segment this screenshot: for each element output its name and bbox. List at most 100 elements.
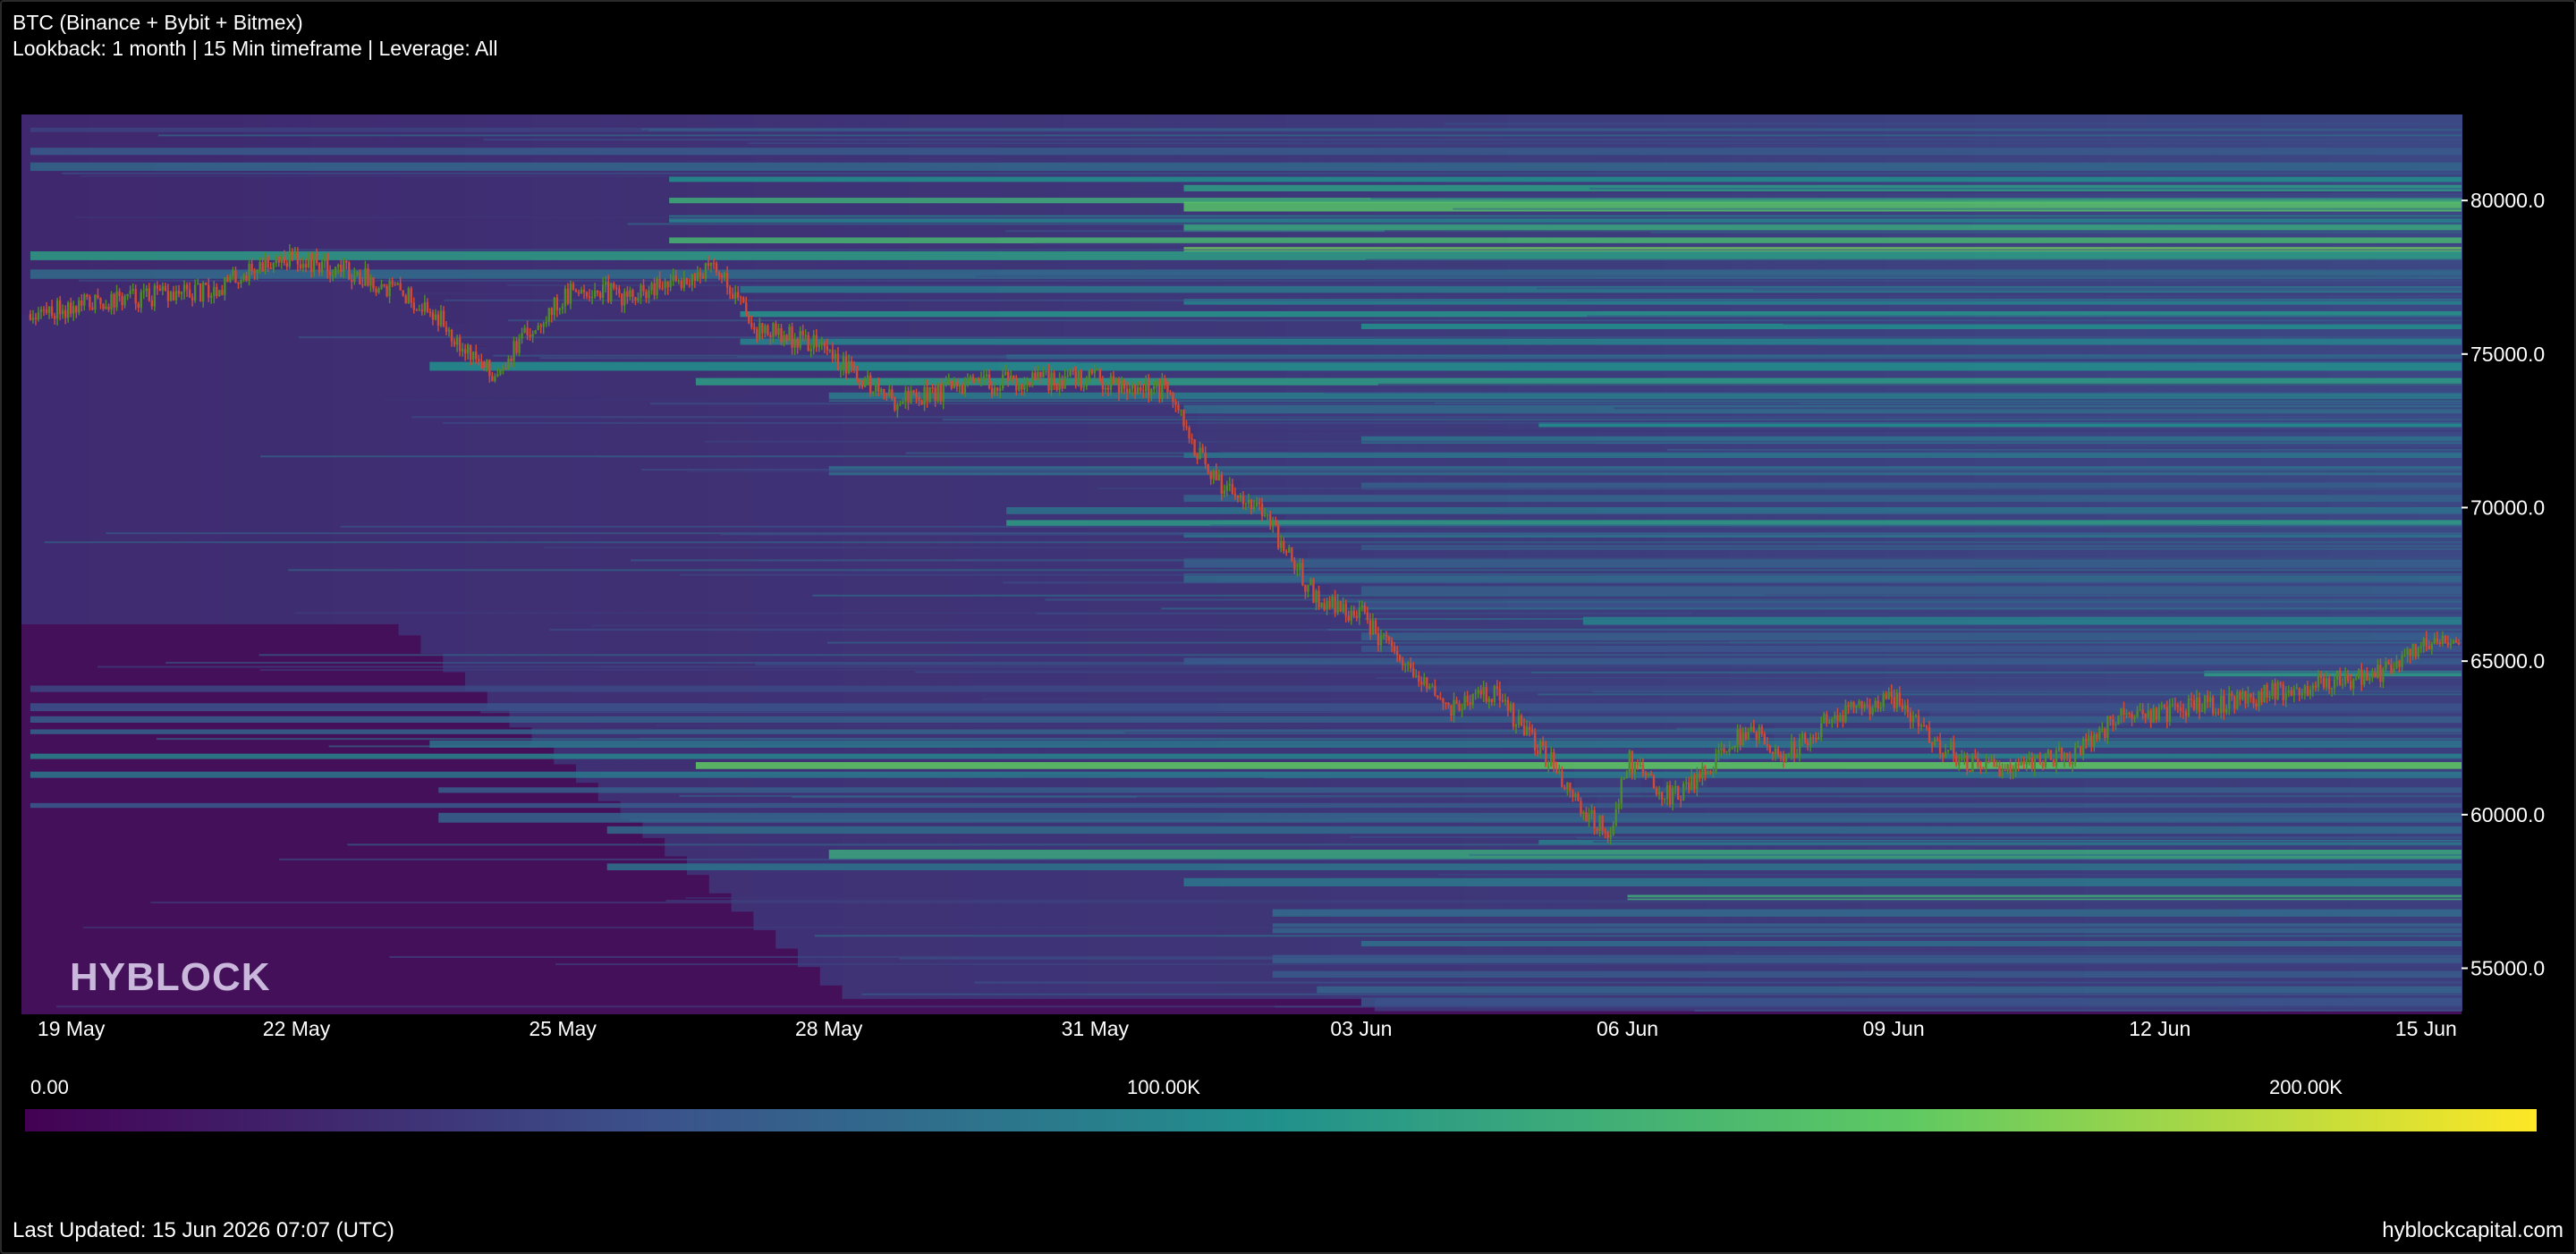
price-candle-body	[601, 284, 605, 298]
colorbar-min-label: 0.00	[30, 1076, 69, 1098]
price-candle-body	[985, 374, 988, 377]
price-candle-body	[863, 377, 867, 387]
liquidation-band	[1537, 287, 2462, 290]
price-candle-body	[1596, 828, 1598, 831]
price-candle-body	[483, 361, 486, 369]
liquidation-band	[30, 250, 2462, 260]
price-candle-body	[585, 292, 589, 297]
liquidation-band	[1708, 768, 2462, 771]
price-candle-body	[102, 303, 105, 309]
liquidation-band	[507, 319, 2462, 322]
price-candle-body	[193, 284, 197, 301]
price-candle-body	[920, 400, 923, 405]
price-candle-body	[1231, 484, 1234, 495]
price-candle-body	[910, 390, 912, 403]
price-candle-body	[1360, 606, 1364, 608]
price-candle-body	[2090, 735, 2093, 747]
price-candle-body	[1318, 590, 1320, 607]
price-candle-body	[1818, 737, 1820, 740]
liquidation-band	[156, 738, 2462, 741]
price-candle-body	[1395, 651, 1399, 656]
price-candle-body	[1623, 778, 1625, 780]
liquidation-band	[1364, 618, 2462, 621]
price-candle-body	[318, 262, 321, 273]
price-candle-body	[1390, 640, 1394, 647]
price-candle-body	[86, 294, 89, 297]
liquidation-band	[1694, 1009, 2462, 1012]
price-candle-body	[224, 277, 226, 295]
price-candle-body	[1903, 705, 1907, 710]
price-candle-body	[1809, 737, 1812, 746]
price-candle-body	[577, 292, 580, 294]
price-candle-body	[1156, 380, 1158, 386]
price-candle-body	[2063, 753, 2066, 760]
price-candle-body	[205, 283, 208, 285]
price-candle-body	[1034, 372, 1037, 380]
price-candle-body	[1053, 372, 1055, 384]
price-candle-body	[1572, 791, 1574, 798]
price-candle-body	[1823, 714, 1826, 724]
price-candle-body	[2152, 707, 2155, 723]
price-candle-body	[2338, 671, 2342, 685]
price-candle-body	[1776, 748, 1780, 755]
price-candle-body	[2223, 695, 2225, 713]
price-candle-body	[1209, 471, 1212, 479]
price-candle-body	[1750, 726, 1752, 732]
price-candle-body	[1928, 727, 1931, 743]
price-candle-body	[1950, 741, 1953, 750]
liquidation-band	[680, 573, 2462, 576]
price-candle-body	[356, 272, 359, 275]
liquidation-band	[157, 134, 2462, 137]
heatmap-cell	[221, 285, 244, 624]
price-candle-body	[731, 293, 734, 299]
price-candle-body	[2374, 672, 2377, 678]
price-candle-body	[1339, 600, 1342, 613]
price-candle-body	[1850, 702, 1852, 707]
price-candle-body	[164, 285, 167, 292]
price-candle-body	[1320, 603, 1323, 607]
liquidation-band	[1264, 776, 2462, 779]
price-candle-body	[2417, 648, 2419, 657]
price-candle-body	[626, 291, 629, 297]
price-candle-body	[1530, 730, 1534, 733]
price-candle-body	[685, 277, 689, 285]
price-candle-body	[799, 331, 801, 348]
price-candle-body	[1485, 687, 1487, 702]
price-candle-body	[2203, 695, 2207, 711]
price-candle-body	[593, 290, 597, 298]
price-candle-body	[2060, 747, 2063, 760]
site-link[interactable]: hyblockcapital.com	[2382, 1218, 2563, 1243]
price-candle-body	[580, 289, 583, 294]
price-candle-body	[707, 263, 710, 267]
price-candle-body	[2355, 678, 2358, 680]
price-candle-body	[1387, 636, 1391, 641]
price-candle-body	[91, 307, 94, 310]
price-candle-body	[658, 278, 661, 288]
price-candle-body	[1752, 726, 1755, 733]
heatmap-cell	[65, 114, 89, 309]
price-candle-body	[1280, 540, 1283, 548]
price-candle-body	[1031, 372, 1034, 386]
price-candle-body	[1779, 754, 1783, 758]
price-candle-body	[2165, 707, 2169, 723]
price-candle-body	[1723, 748, 1725, 753]
heatmap-cell	[265, 262, 289, 624]
liquidation-band	[669, 237, 2462, 244]
price-candle-body	[1917, 715, 1920, 727]
price-candle-body	[2071, 762, 2074, 766]
price-candle-body	[1674, 785, 1677, 788]
liquidation-band	[1272, 970, 2462, 979]
price-candle-body	[461, 349, 464, 352]
price-candle-body	[801, 331, 804, 335]
price-candle-body	[836, 353, 840, 370]
price-candle-body	[1093, 369, 1097, 374]
heatmap-cell	[975, 386, 999, 999]
price-candle-body	[1342, 603, 1344, 613]
price-candle-body	[402, 290, 404, 296]
price-candle-body	[1299, 563, 1301, 570]
price-candle-body	[391, 280, 394, 285]
price-candle-body	[545, 322, 547, 325]
price-candle-body	[507, 358, 510, 370]
price-candle-body	[682, 277, 685, 289]
price-candle-body	[1971, 755, 1974, 773]
